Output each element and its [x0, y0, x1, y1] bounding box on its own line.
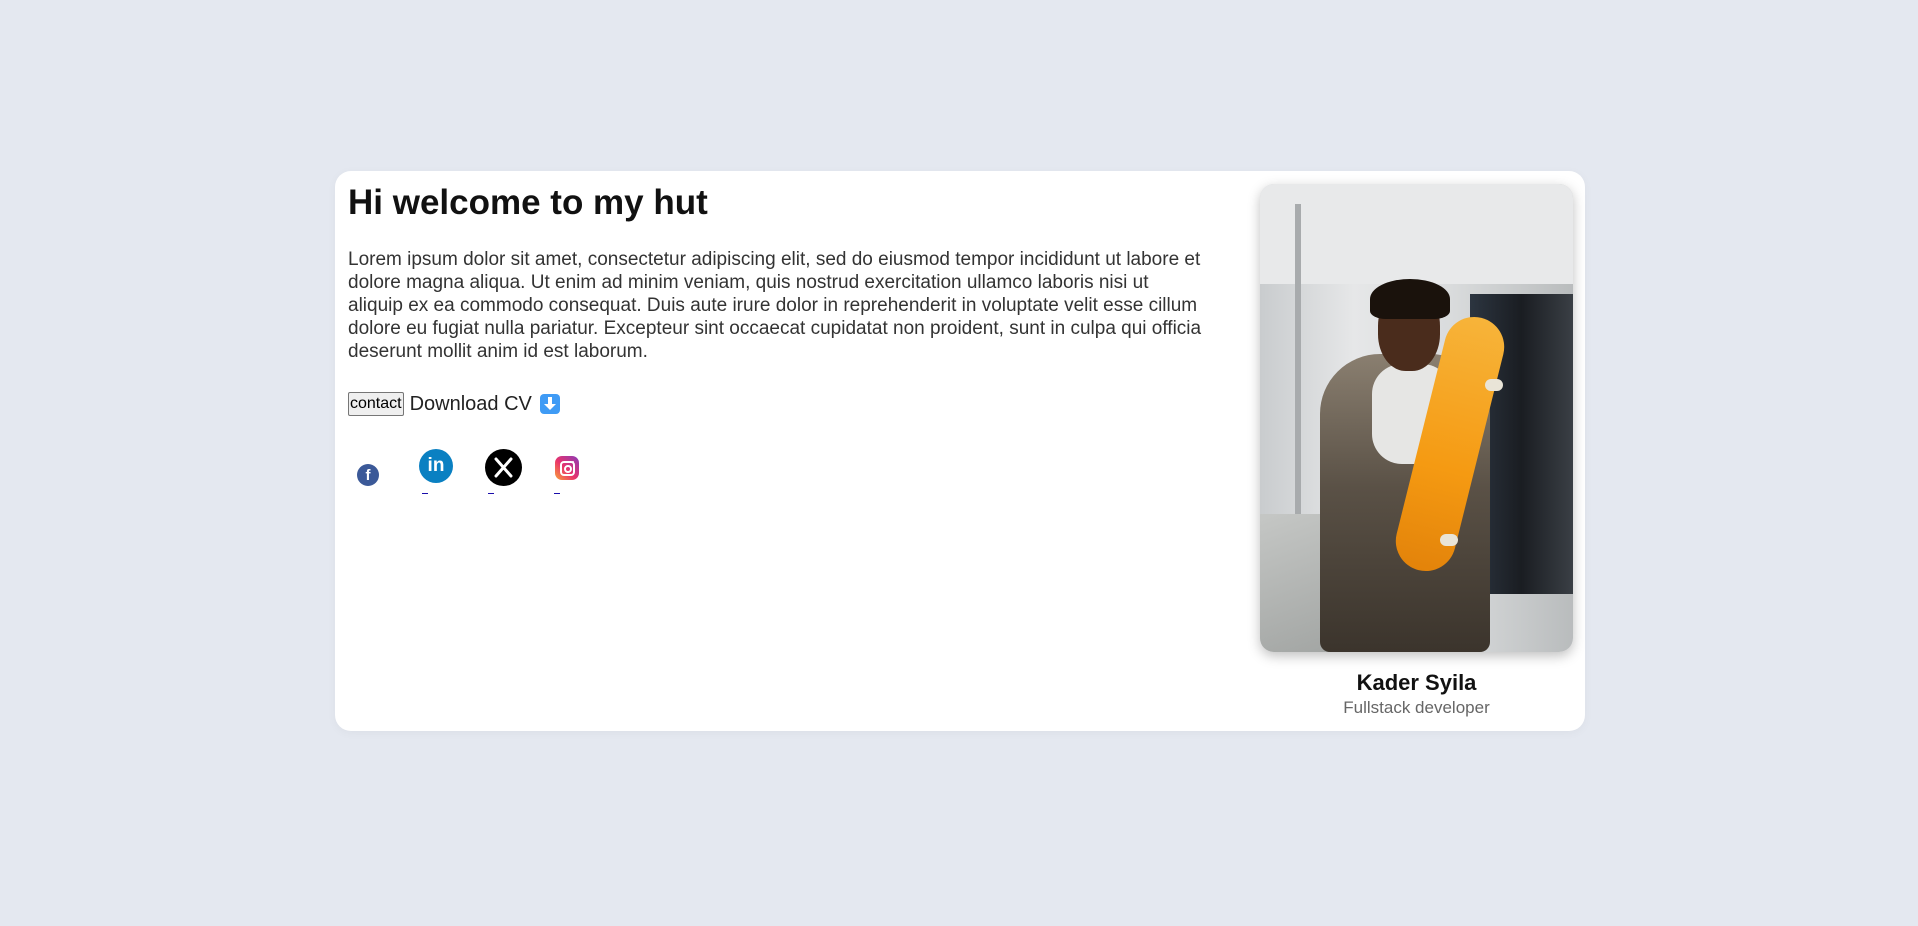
- profile-role: Fullstack developer: [1343, 698, 1490, 717]
- contact-button[interactable]: contact: [348, 392, 404, 416]
- linkedin-link[interactable]: in: [419, 449, 453, 483]
- intro-text: Lorem ipsum dolor sit amet, consectetur …: [348, 249, 1202, 362]
- link-underline: [488, 493, 494, 494]
- profile-photo: [1260, 184, 1573, 652]
- down-arrow-icon: [539, 394, 560, 414]
- facebook-icon: f: [365, 467, 371, 484]
- page-title: Hi welcome to my hut: [348, 183, 708, 222]
- hero-card: Hi welcome to my hut Lorem ipsum dolor s…: [335, 171, 1585, 731]
- download-cv-label: Download CV: [409, 392, 532, 415]
- linkedin-icon: in: [427, 455, 445, 476]
- link-underline: [554, 493, 560, 494]
- download-cv-link[interactable]: Download CV: [410, 393, 560, 416]
- facebook-link[interactable]: f: [357, 464, 379, 486]
- profile-card: Kader Syila Fullstack developer: [1260, 184, 1573, 718]
- x-link[interactable]: [485, 449, 522, 486]
- profile-name: Kader Syila: [1356, 670, 1477, 695]
- link-underline: [422, 493, 428, 494]
- x-icon: [494, 457, 513, 478]
- instagram-link[interactable]: [555, 456, 579, 480]
- action-row: contact Download CV: [348, 392, 560, 416]
